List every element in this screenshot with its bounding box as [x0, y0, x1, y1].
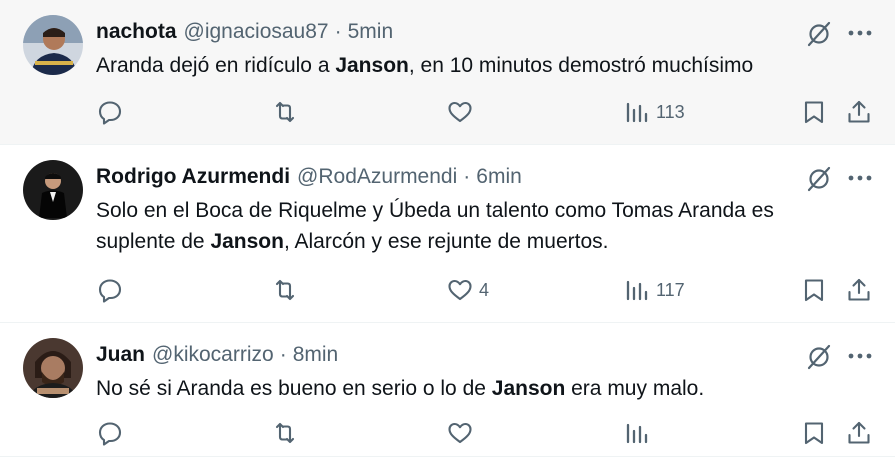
views-button[interactable]: 113: [624, 97, 685, 127]
text-part-bold: Janson: [491, 377, 566, 400]
text-part-bold: Janson: [210, 230, 284, 253]
retweet-icon: [275, 422, 295, 444]
action-bar: [0, 418, 895, 448]
bookmark-icon: [804, 422, 824, 445]
retweet-button[interactable]: [272, 97, 298, 127]
author-name[interactable]: nachota: [96, 20, 177, 44]
like-button[interactable]: [447, 97, 479, 127]
author-name[interactable]: Juan: [96, 343, 145, 367]
timestamp[interactable]: 5min: [348, 20, 394, 44]
avatar[interactable]: [23, 160, 83, 220]
text-part: , Alarcón y ese rejunte de muertos.: [283, 230, 609, 253]
tweet-header: nachota @ignaciosau87 · 5min: [96, 18, 393, 46]
separator: ·: [279, 343, 287, 366]
retweet-icon: [275, 279, 295, 301]
reply-button[interactable]: [97, 418, 123, 448]
grok-icon[interactable]: [805, 20, 833, 48]
heart-icon: [448, 422, 472, 444]
separator: ·: [334, 20, 342, 43]
share-button[interactable]: [846, 418, 872, 448]
reply-button[interactable]: [97, 97, 123, 127]
tweet[interactable]: Rodrigo Azurmendi @RodAzurmendi · 6min S…: [0, 145, 895, 323]
heart-icon: [448, 279, 472, 301]
bookmark-icon: [804, 279, 824, 302]
share-button[interactable]: [846, 275, 872, 305]
tweet-header: Rodrigo Azurmendi @RodAzurmendi · 6min: [96, 163, 522, 191]
author-handle[interactable]: @RodAzurmendi: [297, 165, 457, 189]
share-icon: [848, 421, 870, 444]
action-bar: 4 117: [0, 275, 895, 305]
reply-icon: [98, 279, 122, 303]
views-button[interactable]: 117: [624, 275, 685, 305]
separator: ·: [463, 165, 471, 188]
like-count: 4: [479, 279, 490, 300]
share-button[interactable]: [846, 97, 872, 127]
text-part: , en 10 minutos demostró muchísimo: [408, 54, 754, 77]
views-icon: [626, 280, 648, 301]
avatar[interactable]: [23, 338, 83, 398]
tweet-header: Juan @kikocarrizo · 8min: [96, 341, 338, 369]
text-part: era muy malo.: [565, 377, 705, 400]
grok-icon[interactable]: [805, 165, 833, 193]
author-handle[interactable]: @ignaciosau87: [184, 20, 329, 44]
tweet[interactable]: Juan @kikocarrizo · 8min No sé si Aranda…: [0, 323, 895, 457]
action-bar: 113: [0, 97, 895, 127]
retweet-button[interactable]: [272, 418, 298, 448]
heart-icon: [448, 101, 472, 123]
views-icon: [626, 102, 648, 123]
share-icon: [848, 100, 870, 123]
views-icon: [626, 423, 648, 444]
reply-icon: [98, 422, 122, 446]
reply-icon: [98, 101, 122, 125]
views-button[interactable]: [624, 418, 656, 448]
share-icon: [848, 278, 870, 301]
more-icon[interactable]: [847, 165, 873, 191]
grok-icon[interactable]: [805, 343, 833, 371]
tweet-text: Solo en el Boca de Riquelme y Úbeda un t…: [96, 195, 856, 257]
retweet-icon: [275, 101, 295, 123]
reply-feed: nachota @ignaciosau87 · 5min Aranda dejó…: [0, 0, 895, 457]
reply-button[interactable]: [97, 275, 123, 305]
tweet-text: Aranda dejó en ridículo a Janson, en 10 …: [96, 50, 856, 81]
avatar[interactable]: [23, 15, 83, 75]
more-icon[interactable]: [847, 343, 873, 369]
retweet-button[interactable]: [272, 275, 298, 305]
bookmark-button[interactable]: [801, 275, 827, 305]
text-part-bold: Janson: [335, 54, 409, 77]
tweet-text: No sé si Aranda es bueno en serio o lo d…: [96, 373, 856, 404]
timestamp[interactable]: 8min: [293, 343, 339, 367]
views-count: 117: [656, 279, 685, 300]
views-count: 113: [656, 101, 685, 122]
like-button[interactable]: [447, 418, 479, 448]
bookmark-button[interactable]: [801, 418, 827, 448]
bookmark-icon: [804, 101, 824, 124]
text-part: No sé si Aranda es bueno en serio o lo d…: [96, 377, 492, 400]
like-button[interactable]: 4: [447, 275, 489, 305]
tweet[interactable]: nachota @ignaciosau87 · 5min Aranda dejó…: [0, 0, 895, 145]
timestamp[interactable]: 6min: [476, 165, 522, 189]
more-icon[interactable]: [847, 20, 873, 46]
bookmark-button[interactable]: [801, 97, 827, 127]
text-part: Aranda dejó en ridículo a: [96, 54, 336, 77]
author-name[interactable]: Rodrigo Azurmendi: [96, 165, 290, 189]
author-handle[interactable]: @kikocarrizo: [152, 343, 274, 367]
